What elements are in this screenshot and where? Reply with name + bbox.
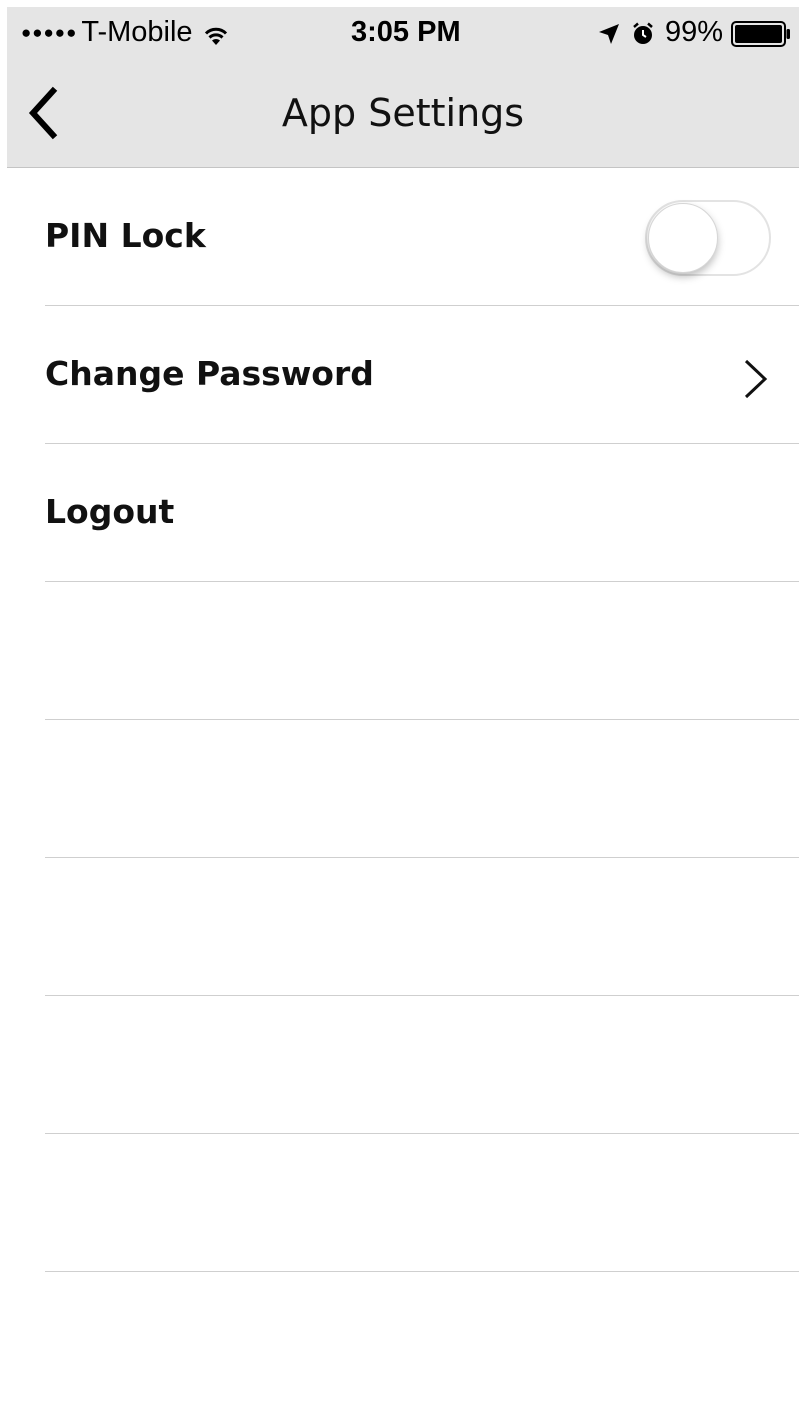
status-bar: ●●●●● T-Mobile 3:05 PM 99%	[7, 7, 799, 59]
pin-lock-label: PIN Lock	[45, 216, 206, 255]
settings-list: PIN Lock Change Password Logout	[7, 168, 799, 1272]
toggle-knob	[648, 203, 718, 273]
top-bar: ●●●●● T-Mobile 3:05 PM 99% App Settings	[7, 7, 799, 168]
battery-percentage: 99%	[664, 16, 723, 48]
list-item-empty	[45, 582, 799, 720]
list-item-empty	[45, 1134, 799, 1272]
status-bar-right: 99%	[597, 16, 791, 49]
location-arrow-icon	[597, 21, 621, 45]
setting-row-pin-lock: PIN Lock	[45, 168, 799, 306]
signal-strength-dots: ●●●●●	[21, 22, 78, 42]
change-password-label: Change Password	[45, 354, 374, 393]
page-title: App Settings	[281, 91, 525, 135]
list-item-empty	[45, 720, 799, 858]
pin-lock-toggle[interactable]	[645, 200, 771, 276]
carrier-name: T-Mobile	[81, 16, 193, 48]
list-item-empty	[45, 996, 799, 1134]
app-screen: ●●●●● T-Mobile 3:05 PM 99% App Settings …	[7, 7, 799, 1408]
chevron-right-icon	[743, 358, 769, 400]
status-time: 3:05 PM	[351, 16, 461, 48]
battery-icon	[731, 20, 791, 47]
setting-row-change-password[interactable]: Change Password	[45, 306, 799, 444]
list-item-empty	[45, 858, 799, 996]
logout-label: Logout	[45, 492, 175, 531]
alarm-clock-icon	[631, 21, 655, 45]
setting-row-logout[interactable]: Logout	[45, 444, 799, 582]
status-bar-left: ●●●●● T-Mobile	[21, 16, 229, 49]
wifi-icon	[203, 22, 229, 46]
navigation-bar: App Settings	[7, 59, 799, 167]
